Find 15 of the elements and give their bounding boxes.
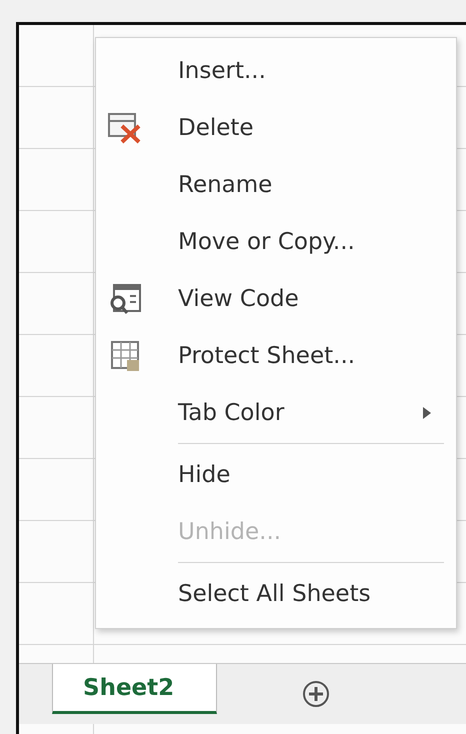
- sheet-tab[interactable]: Sheet2: [52, 664, 217, 714]
- menu-item[interactable]: Rename: [96, 156, 456, 213]
- menu-item[interactable]: Move or Copy...: [96, 213, 456, 270]
- menu-item[interactable]: Protect Sheet...: [96, 327, 456, 384]
- menu-item[interactable]: Tab Color: [96, 384, 456, 441]
- menu-item[interactable]: Delete: [96, 99, 456, 156]
- submenu-arrow-icon: [422, 406, 432, 420]
- menu-item[interactable]: Insert...: [96, 42, 456, 99]
- menu-item[interactable]: Select All Sheets: [96, 565, 456, 622]
- menu-item[interactable]: View Code: [96, 270, 456, 327]
- protect-sheet-icon: [108, 340, 142, 372]
- delete-sheet-icon: [108, 112, 142, 144]
- view-code-icon: [108, 282, 142, 314]
- add-sheet-icon[interactable]: [302, 680, 330, 708]
- menu-item[interactable]: Hide: [96, 446, 456, 503]
